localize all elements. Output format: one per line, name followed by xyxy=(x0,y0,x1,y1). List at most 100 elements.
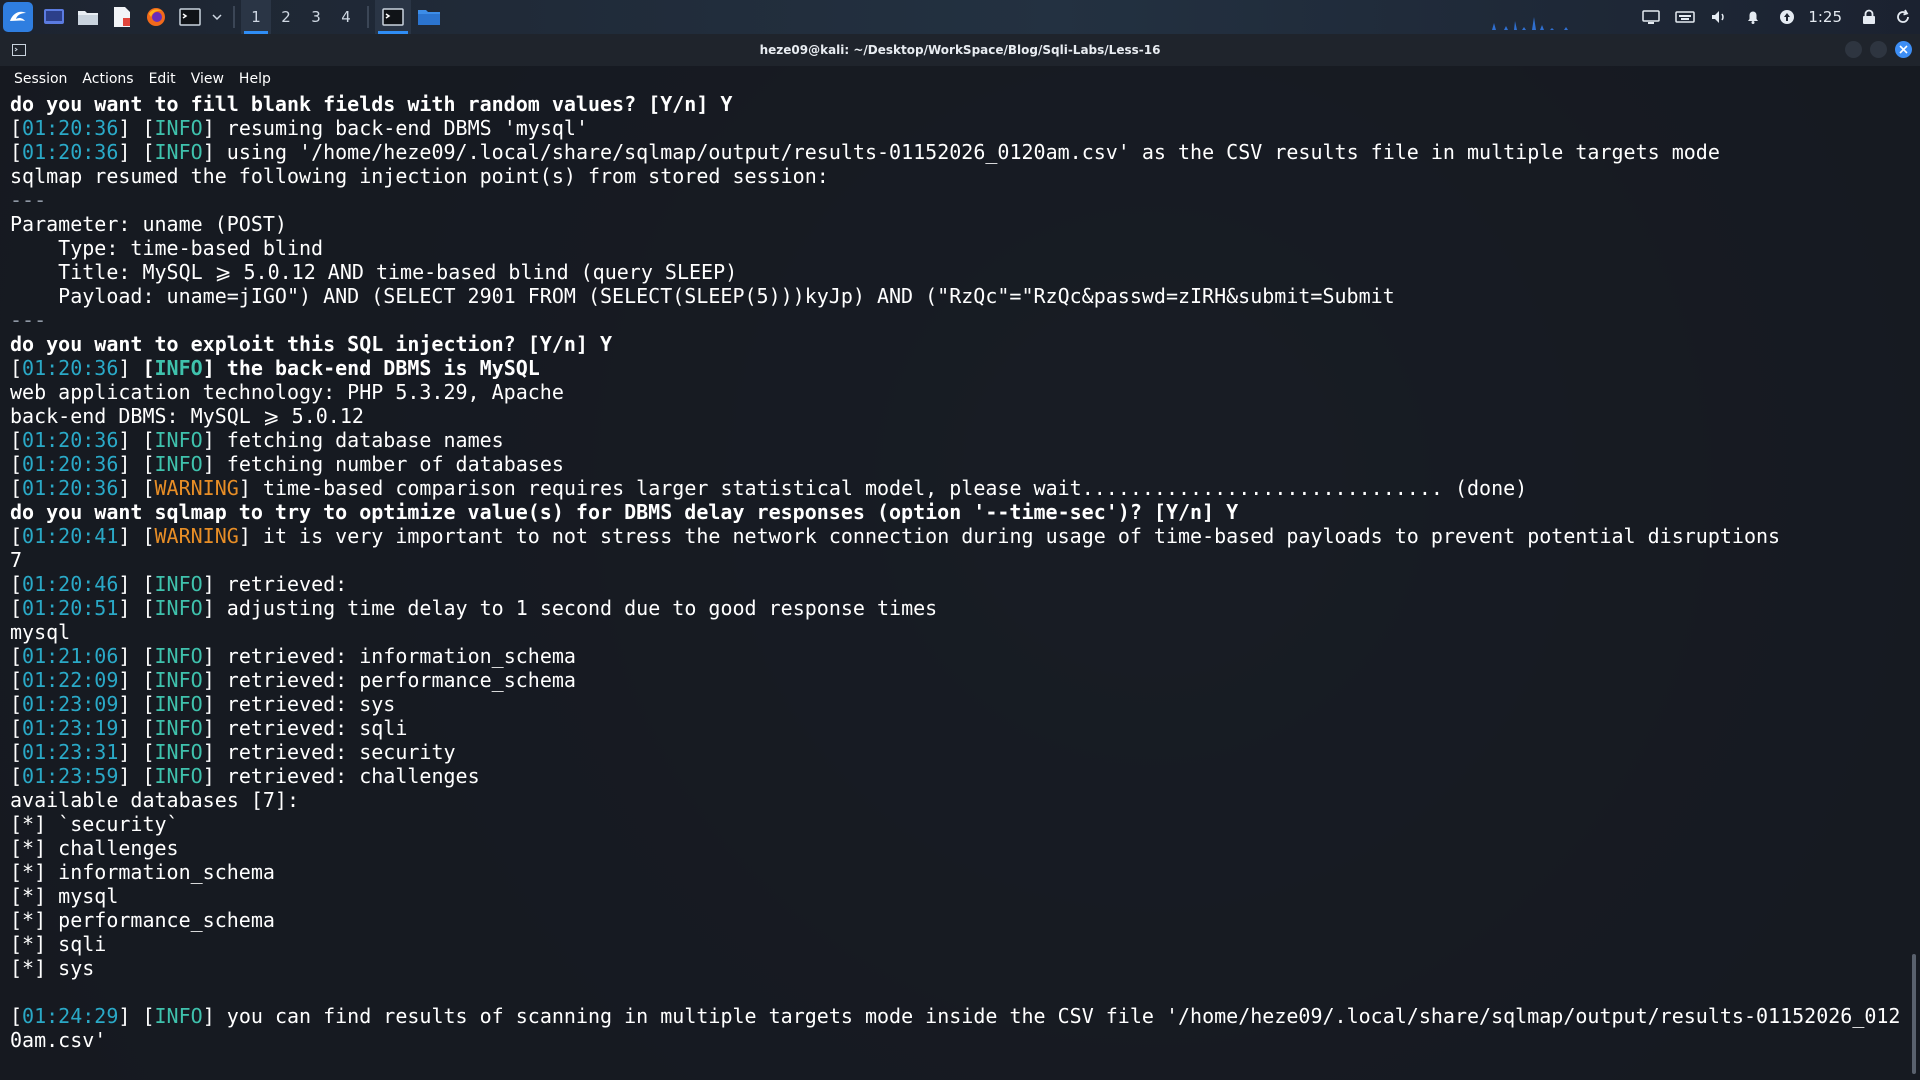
workspace-4[interactable]: 4 xyxy=(331,0,361,34)
log-timestamp: 01:23:59 xyxy=(22,764,119,788)
bracket-open: [ xyxy=(10,476,23,500)
menu-edit[interactable]: Edit xyxy=(139,71,181,87)
output-text: Title: MySQL ⩾ 5.0.12 AND time-based bli… xyxy=(10,260,738,284)
terminal-line: [01:20:36] [INFO] the back-end DBMS is M… xyxy=(10,356,1908,380)
bracket-open: [ xyxy=(10,116,23,140)
bracket-close: ] xyxy=(202,428,215,452)
log-message: retrieved: challenges xyxy=(214,764,480,788)
show-desktop-button[interactable] xyxy=(40,3,68,31)
clock[interactable]: 1:25 xyxy=(1808,8,1842,26)
bracket-open: [ xyxy=(10,668,23,692)
lock-screen-button[interactable] xyxy=(1852,0,1886,34)
bracket-open: [ xyxy=(142,692,155,716)
bracket-close: ] xyxy=(118,428,143,452)
text-editor-icon xyxy=(114,7,130,27)
terminal-line: sqlmap resumed the following injection p… xyxy=(10,164,1908,188)
terminal-line: [01:20:36] [WARNING] time-based comparis… xyxy=(10,476,1908,500)
terminal-line: [*] `security` xyxy=(10,812,1908,836)
volume-tray-button[interactable] xyxy=(1702,0,1736,34)
log-timestamp: 01:20:36 xyxy=(22,428,119,452)
bracket-close: ] xyxy=(118,596,143,620)
workspace-2[interactable]: 2 xyxy=(271,0,301,34)
log-level: INFO xyxy=(154,572,203,596)
panel-separator xyxy=(367,6,369,28)
terminal-launcher-dropdown[interactable] xyxy=(210,3,224,31)
log-timestamp: 01:20:36 xyxy=(22,140,119,164)
log-message: it is very important to not stress the n… xyxy=(250,524,1781,548)
window-titlebar[interactable]: heze09@kali: ~/Desktop/WorkSpace/Blog/Sq… xyxy=(0,34,1920,66)
window-menu-icon[interactable] xyxy=(12,44,26,56)
output-text: 7 xyxy=(10,548,23,572)
log-message: retrieved: xyxy=(214,572,348,596)
update-icon xyxy=(1780,10,1795,24)
bracket-open: [ xyxy=(10,764,23,788)
panel-separator xyxy=(233,6,235,28)
menu-view[interactable]: View xyxy=(181,71,229,87)
terminal-line: [01:20:51] [INFO] adjusting time delay t… xyxy=(10,596,1908,620)
terminal-line: --- xyxy=(10,308,1908,332)
bracket-open: [ xyxy=(142,764,155,788)
power-button[interactable] xyxy=(1886,0,1920,34)
bracket-open: [ xyxy=(10,740,23,764)
log-message: adjusting time delay to 1 second due to … xyxy=(214,596,938,620)
bracket-open: [ xyxy=(142,716,155,740)
display-tray-button[interactable] xyxy=(1634,0,1668,34)
bracket-close: ] xyxy=(118,1004,143,1028)
updates-tray-button[interactable] xyxy=(1770,0,1804,34)
bracket-close: ] xyxy=(202,716,215,740)
terminal-line: [01:20:36] [INFO] fetching database name… xyxy=(10,428,1908,452)
menu-help[interactable]: Help xyxy=(229,71,276,87)
terminal-launcher[interactable] xyxy=(176,3,204,31)
bracket-close: ] xyxy=(202,596,215,620)
output-text: Parameter: uname (POST) xyxy=(10,212,287,236)
maximize-button[interactable] xyxy=(1870,41,1887,58)
output-text: 0am.csv' xyxy=(10,1028,107,1052)
prompt-question: do you want to exploit this SQL injectio… xyxy=(10,332,613,356)
bracket-open: [ xyxy=(142,668,155,692)
log-timestamp: 01:23:31 xyxy=(22,740,119,764)
volume-icon xyxy=(1712,11,1725,23)
firefox-launcher[interactable] xyxy=(142,3,170,31)
workspace-1[interactable]: 1 xyxy=(241,0,271,34)
log-timestamp: 01:20:36 xyxy=(22,452,119,476)
menu-actions[interactable]: Actions xyxy=(72,71,138,87)
terminal-line: 0am.csv' xyxy=(10,1028,1908,1052)
bracket-close: ] xyxy=(238,476,251,500)
terminal-output[interactable]: do you want to fill blank fields with ra… xyxy=(0,92,1908,1080)
terminal-line: [01:20:41] [WARNING] it is very importan… xyxy=(10,524,1908,548)
cpu-graph xyxy=(1484,17,1595,30)
terminal-window: heze09@kali: ~/Desktop/WorkSpace/Blog/Sq… xyxy=(0,34,1920,1080)
terminal-line: do you want to exploit this SQL injectio… xyxy=(10,332,1908,356)
keyboard-tray-button[interactable] xyxy=(1668,0,1702,34)
log-message: fetching number of databases xyxy=(214,452,564,476)
minimize-button[interactable] xyxy=(1845,41,1862,58)
menu-session[interactable]: Session xyxy=(4,71,72,87)
bracket-close: ] xyxy=(118,524,143,548)
output-text: mysql xyxy=(10,620,71,644)
notifications-tray-button[interactable] xyxy=(1736,0,1770,34)
log-level: INFO xyxy=(154,116,203,140)
menubar: Session Actions Edit View Help xyxy=(0,66,1920,92)
bracket-open: [ xyxy=(142,476,155,500)
workspace-3[interactable]: 3 xyxy=(301,0,331,34)
bracket-close: ] xyxy=(118,116,143,140)
log-level: INFO xyxy=(154,1004,203,1028)
separator-rule: --- xyxy=(10,188,47,212)
bracket-close: ] xyxy=(202,572,215,596)
bracket-open: [ xyxy=(142,596,155,620)
output-text: [*] challenges xyxy=(10,836,179,860)
task-file-manager[interactable] xyxy=(411,0,447,34)
log-level: INFO xyxy=(154,452,203,476)
bracket-close: ] xyxy=(118,740,143,764)
bracket-open: [ xyxy=(142,116,155,140)
log-message: retrieved: information_schema xyxy=(214,644,576,668)
task-terminal[interactable] xyxy=(375,0,411,34)
close-button[interactable] xyxy=(1895,41,1912,58)
bracket-close: ] xyxy=(202,764,215,788)
terminal-scrollbar[interactable] xyxy=(1912,954,1916,1074)
file-manager-launcher[interactable] xyxy=(74,3,102,31)
kali-menu-button[interactable] xyxy=(3,2,33,32)
terminal-line: do you want sqlmap to try to optimize va… xyxy=(10,500,1908,524)
output-text: [*] mysql xyxy=(10,884,119,908)
text-editor-launcher[interactable] xyxy=(108,3,136,31)
